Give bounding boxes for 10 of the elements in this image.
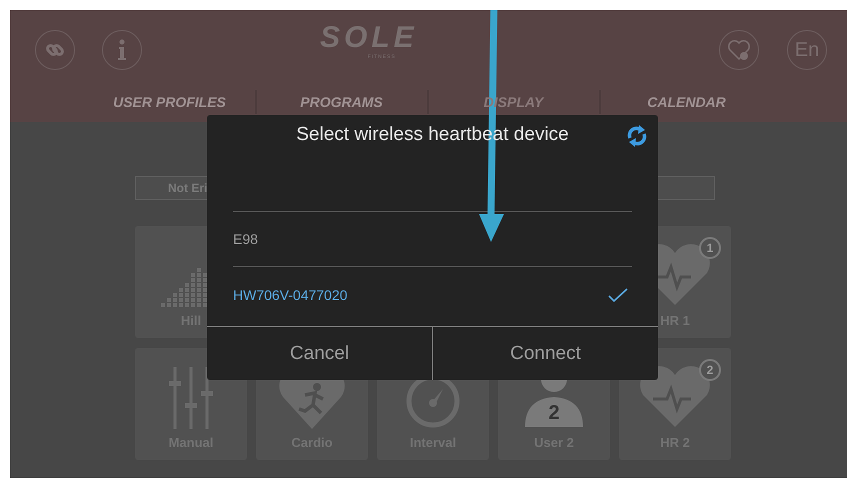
sliders-icon — [169, 367, 213, 429]
refresh-icon[interactable] — [626, 124, 648, 148]
badge: 1 — [699, 237, 721, 259]
info-icon[interactable] — [102, 30, 142, 70]
badge: 2 — [699, 359, 721, 381]
dialog-button[interactable]: Connect — [432, 327, 658, 380]
user-number: 2 — [547, 402, 561, 425]
nav-tab[interactable]: CALENDAR — [600, 90, 772, 114]
check-icon — [608, 288, 628, 302]
link-icon[interactable] — [35, 30, 75, 70]
